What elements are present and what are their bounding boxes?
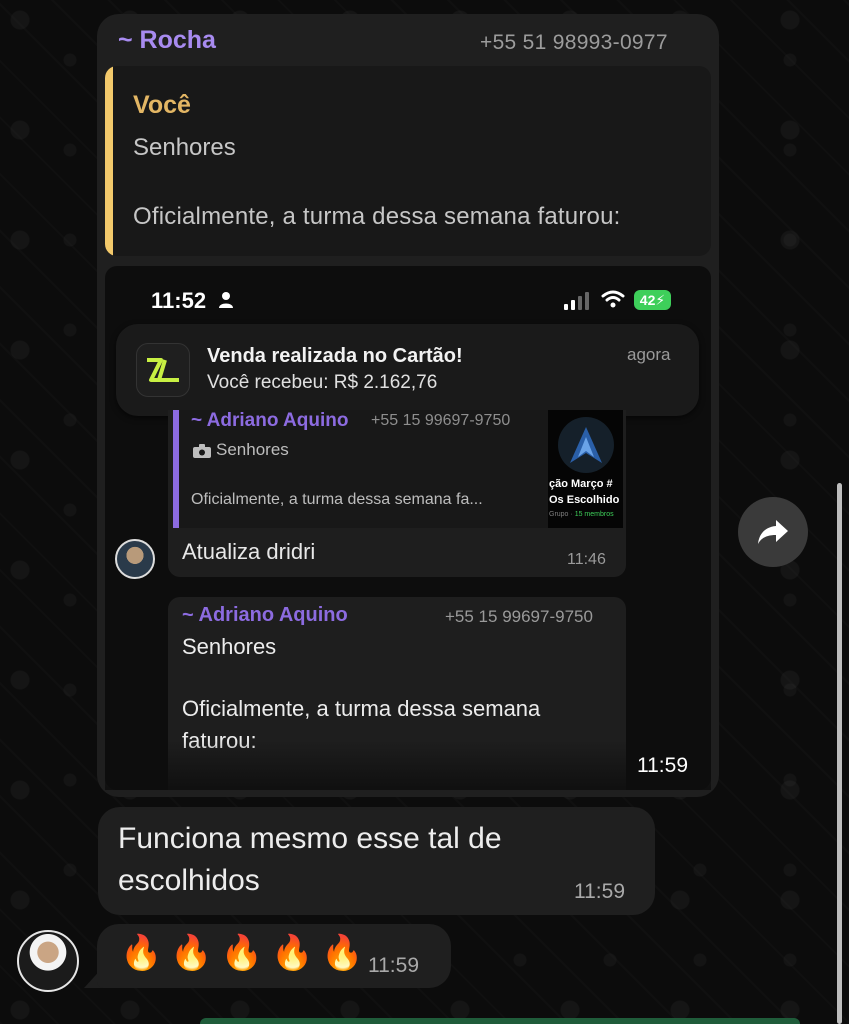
- thumb-text-line2: Os Escolhido: [549, 494, 620, 506]
- scrollbar[interactable]: [837, 483, 842, 1024]
- inner-avatar: [115, 539, 155, 579]
- forward-arrow-icon: [758, 520, 788, 544]
- message-time: 11:59: [574, 880, 625, 903]
- sender-name[interactable]: ~ Rocha: [118, 26, 216, 55]
- forward-button[interactable]: [738, 497, 808, 567]
- sender-avatar[interactable]: [17, 930, 79, 992]
- thumb-text-line1: ção Março #: [549, 478, 613, 490]
- group-logo-icon: [558, 417, 614, 473]
- inner-message-text: Atualiza dridri: [182, 539, 316, 564]
- notification-card[interactable]: [116, 324, 699, 416]
- quote-accent-bar: [105, 66, 113, 256]
- inner-quote-media-label: Senhores: [216, 440, 289, 459]
- inner-quote-accent-bar: [173, 410, 179, 528]
- quote-text-line2: Oficialmente, a turma dessa semana fatur…: [133, 203, 621, 230]
- inner-message2-line1: Senhores: [182, 634, 277, 659]
- image-bottom-shade: [105, 740, 711, 790]
- message-time: 11:59: [368, 954, 419, 977]
- quote-text-line1: Senhores: [133, 134, 236, 161]
- thumb-group-label: Grupo ·: [549, 511, 575, 518]
- inner-message2-name: ~ Adriano Aquino: [182, 604, 348, 626]
- notification-body: Você recebeu: R$ 2.162,76: [207, 372, 438, 393]
- sender-phone: +55 51 98993-0977: [480, 31, 668, 54]
- battery-level: 42: [639, 292, 656, 308]
- notification-title: Venda realizada no Cartão!: [207, 345, 463, 367]
- inner-quote-name: ~ Adriano Aquino: [191, 410, 349, 431]
- inner-message2-phone: +55 15 99697-9750: [445, 607, 593, 626]
- inner-quote-phone: +55 15 99697-9750: [371, 412, 511, 429]
- inner-message-time: 11:46: [567, 551, 606, 568]
- fire-emojis: 🔥🔥🔥🔥🔥: [120, 934, 372, 972]
- quote-author: Você: [133, 91, 191, 119]
- message-time: 11:59: [637, 754, 688, 777]
- thumb-text-line3: Grupo · 15 membros: [549, 511, 614, 518]
- battery-indicator: 42 ⚡: [634, 290, 671, 310]
- message-text-line2: escolhidos: [118, 864, 260, 897]
- inner-quote-text: Oficialmente, a turma dessa semana fa...: [191, 491, 483, 508]
- status-time: 11:52: [151, 288, 207, 313]
- app-logo-icon: [136, 343, 190, 397]
- signal-icon: [564, 292, 589, 310]
- bottom-bubble-edge: [200, 1018, 800, 1024]
- person-icon: [219, 292, 233, 308]
- thumb-members-count: 15 membros: [574, 511, 614, 518]
- notification-time: agora: [627, 345, 671, 364]
- camera-icon: [193, 444, 211, 458]
- wifi-icon: [601, 290, 625, 308]
- inner-message2-line2: Oficialmente, a turma dessa semana: [182, 696, 541, 721]
- message-text-line1: Funciona mesmo esse tal de: [118, 822, 502, 855]
